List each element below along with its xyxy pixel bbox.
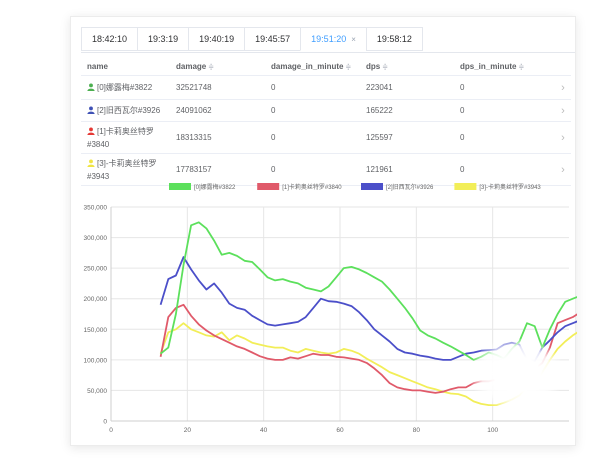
y-tick-label: 150,000 bbox=[84, 327, 108, 334]
y-tick-label: 50,000 bbox=[87, 388, 107, 395]
legend-label: [2]旧西瓦尔#3926 bbox=[386, 183, 434, 191]
x-tick-label: 100 bbox=[487, 427, 498, 434]
x-tick-label: 80 bbox=[413, 427, 421, 434]
dps-panel: 18:42:10 19:3:19 19:40:19 19:45:57 19:51… bbox=[70, 16, 577, 446]
x-tick-label: 60 bbox=[336, 427, 344, 434]
legend-swatch bbox=[361, 183, 383, 190]
legend-swatch bbox=[257, 183, 280, 190]
y-tick-label: 300,000 bbox=[84, 235, 108, 242]
y-tick-label: 250,000 bbox=[84, 266, 108, 273]
x-tick-label: 0 bbox=[109, 427, 113, 434]
dps-line-chart: 0 50,000 100,000 150,000 200,000 250,000 300,0… bbox=[84, 183, 577, 434]
x-tick-label: 40 bbox=[260, 427, 268, 434]
y-tick-label: 0 bbox=[103, 419, 107, 426]
series-line bbox=[159, 322, 577, 407]
legend-label: [1]卡莉奥丝特罗#3840 bbox=[282, 183, 342, 191]
x-tick-label: 20 bbox=[184, 427, 192, 434]
y-tick-label: 350,000 bbox=[84, 205, 108, 212]
y-tick-label: 200,000 bbox=[84, 296, 108, 303]
legend-label: [0]娜露梅#3822 bbox=[194, 183, 236, 191]
y-tick-label: 100,000 bbox=[84, 357, 108, 364]
legend-swatch bbox=[454, 183, 477, 190]
legend-swatch bbox=[169, 183, 191, 190]
legend-label: [3]-卡莉奥丝特罗#3943 bbox=[479, 183, 541, 191]
